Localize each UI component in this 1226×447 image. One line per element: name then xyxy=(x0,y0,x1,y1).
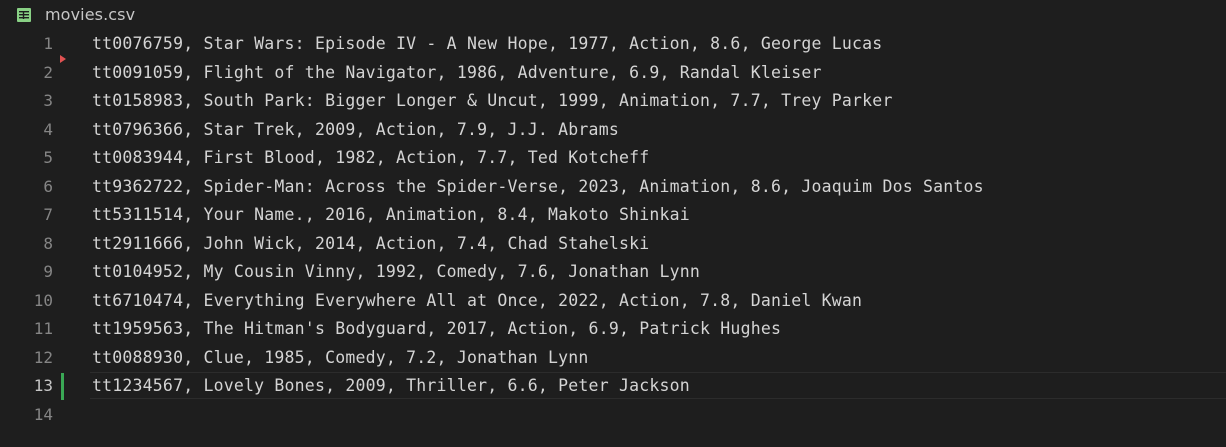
code-line[interactable]: 1 tt0076759, Star Wars: Episode IV - A N… xyxy=(0,30,1226,59)
code-line-active[interactable]: 13 tt1234567, Lovely Bones, 2009, Thrill… xyxy=(0,372,1226,401)
line-text[interactable]: tt0083944, First Blood, 1982, Action, 7.… xyxy=(92,144,649,173)
code-line[interactable]: 3 tt0158983, South Park: Bigger Longer &… xyxy=(0,87,1226,116)
tab-bar: movies.csv xyxy=(0,0,1226,29)
code-line[interactable]: 10 tt6710474, Everything Everywhere All … xyxy=(0,287,1226,316)
code-line[interactable]: 12 tt0088930, Clue, 1985, Comedy, 7.2, J… xyxy=(0,344,1226,373)
line-text[interactable]: tt0076759, Star Wars: Episode IV - A New… xyxy=(92,30,882,59)
code-line[interactable]: 6 tt9362722, Spider-Man: Across the Spid… xyxy=(0,173,1226,202)
line-number: 4 xyxy=(43,119,53,139)
line-number: 3 xyxy=(43,91,53,110)
line-text[interactable]: tt1234567, Lovely Bones, 2009, Thriller,… xyxy=(92,372,690,401)
tab-label: movies.csv xyxy=(45,5,136,24)
code-area[interactable]: 1 tt0076759, Star Wars: Episode IV - A N… xyxy=(0,30,1226,447)
line-number: 6 xyxy=(43,176,53,196)
line-text[interactable]: tt5311514, Your Name., 2016, Animation, … xyxy=(92,201,690,230)
line-number: 5 xyxy=(43,148,53,167)
line-number: 14 xyxy=(33,404,53,424)
line-number: 2 xyxy=(43,62,53,82)
line-text[interactable]: tt9362722, Spider-Man: Across the Spider… xyxy=(92,173,984,202)
line-text[interactable]: tt0796366, Star Trek, 2009, Action, 7.9,… xyxy=(92,116,619,145)
code-line[interactable]: 2 tt0091059, Flight of the Navigator, 19… xyxy=(0,54,1226,88)
line-number-active: 13 xyxy=(33,376,53,395)
line-text[interactable]: tt0091059, Flight of the Navigator, 1986… xyxy=(92,59,822,88)
git-deleted-marker-icon[interactable] xyxy=(60,54,66,63)
git-modified-gutter-marker[interactable] xyxy=(61,373,64,400)
editor-window: movies.csv 1 tt0076759, Star Wars: Episo… xyxy=(0,0,1226,447)
code-line[interactable]: 11 tt1959563, The Hitman's Bodyguard, 20… xyxy=(0,315,1226,344)
line-number: 9 xyxy=(43,262,53,281)
code-line[interactable]: 14 xyxy=(0,401,1226,430)
line-number: 12 xyxy=(33,347,53,367)
code-line[interactable]: 8 tt2911666, John Wick, 2014, Action, 7.… xyxy=(0,230,1226,259)
code-line[interactable]: 4 tt0796366, Star Trek, 2009, Action, 7.… xyxy=(0,116,1226,145)
line-text[interactable]: tt2911666, John Wick, 2014, Action, 7.4,… xyxy=(92,230,649,259)
line-number: 8 xyxy=(43,233,53,253)
tab-movies-csv[interactable]: movies.csv xyxy=(0,0,150,29)
line-text[interactable]: tt0088930, Clue, 1985, Comedy, 7.2, Jona… xyxy=(92,344,589,373)
line-text[interactable]: tt1959563, The Hitman's Bodyguard, 2017,… xyxy=(92,315,781,344)
csv-file-icon xyxy=(17,7,31,22)
code-line[interactable]: 7 tt5311514, Your Name., 2016, Animation… xyxy=(0,201,1226,230)
line-text[interactable]: tt0158983, South Park: Bigger Longer & U… xyxy=(92,87,893,116)
line-number: 7 xyxy=(43,205,53,224)
line-text[interactable]: tt6710474, Everything Everywhere All at … xyxy=(92,287,862,316)
line-text[interactable]: tt0104952, My Cousin Vinny, 1992, Comedy… xyxy=(92,258,700,287)
line-number: 11 xyxy=(33,319,53,338)
line-number: 1 xyxy=(43,34,53,53)
code-line[interactable]: 9 tt0104952, My Cousin Vinny, 1992, Come… xyxy=(0,258,1226,287)
line-number: 10 xyxy=(33,290,53,310)
code-line[interactable]: 5 tt0083944, First Blood, 1982, Action, … xyxy=(0,144,1226,173)
